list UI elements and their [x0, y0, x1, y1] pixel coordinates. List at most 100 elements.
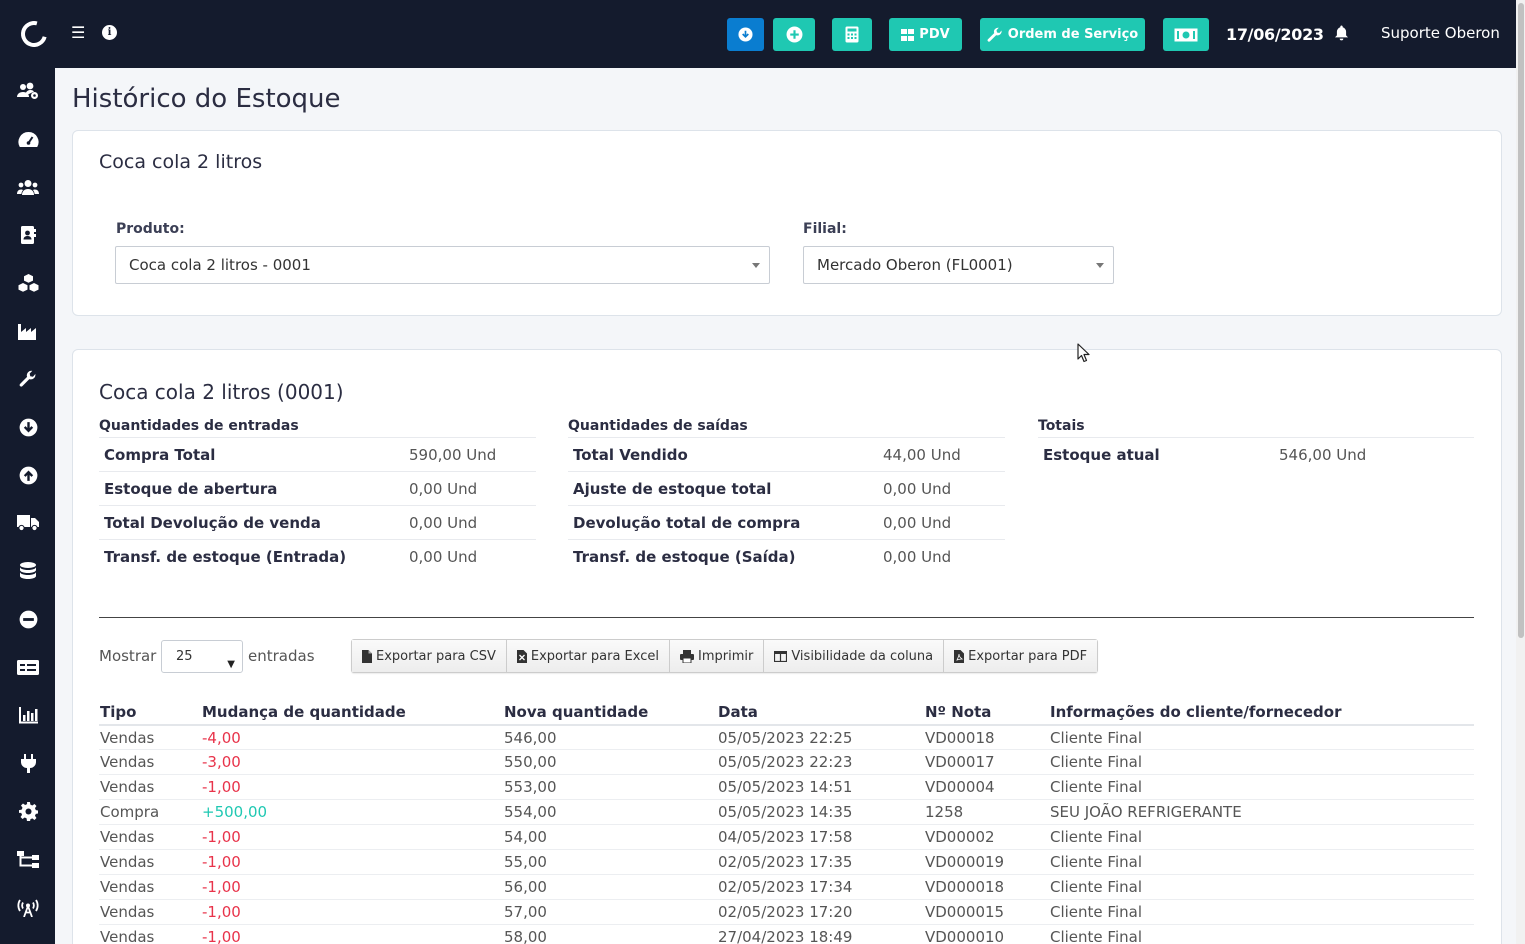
column-header[interactable]: Informações do cliente/fornecedor: [1049, 699, 1474, 726]
export-excel-button[interactable]: Exportar para Excel: [506, 640, 670, 672]
cell-info: Cliente Final: [1049, 725, 1474, 751]
column-header[interactable]: Nova quantidade: [503, 699, 717, 726]
export-csv-button[interactable]: Exportar para CSV: [352, 640, 507, 672]
cell-nova: 57,00: [503, 899, 717, 925]
add-button[interactable]: [773, 18, 815, 51]
cell-info: Cliente Final: [1049, 924, 1474, 944]
cell-mudanca: -1,00: [201, 924, 503, 944]
cell-data: 05/05/2023 14:51: [717, 774, 924, 801]
column-header[interactable]: Nº Nota: [924, 699, 1049, 726]
file-excel-icon: [516, 649, 527, 663]
page-length-select[interactable]: 25 ▼: [161, 640, 243, 673]
summary-title: Coca cola 2 litros (0001): [99, 380, 344, 404]
cell-nova: 56,00: [503, 874, 717, 900]
summary-row: Ajuste de estoque total 0,00 Und: [568, 471, 1005, 506]
scrollbar-thumb[interactable]: [1518, 3, 1524, 638]
file-pdf-icon: [954, 649, 965, 663]
cell-nova: 546,00: [503, 725, 717, 751]
cell-mudanca: -4,00: [201, 725, 503, 751]
ordem-servico-button[interactable]: Ordem de Serviço: [980, 18, 1145, 51]
print-button[interactable]: Imprimir: [670, 640, 765, 672]
branch-select-value: Mercado Oberon (FL0001): [817, 256, 1013, 274]
saidas-heading: Quantidades de saídas: [568, 418, 748, 434]
table-row: Vendas -4,00 546,00 05/05/2023 22:25 VD0…: [99, 725, 1474, 751]
column-header[interactable]: Tipo: [99, 699, 201, 726]
calculator-button[interactable]: [832, 18, 872, 51]
summary-label: Total Vendido: [568, 437, 883, 472]
cell-mudanca: -1,00: [201, 874, 503, 900]
cell-nota: VD000015: [924, 899, 1049, 925]
summary-label: Ajuste de estoque total: [568, 471, 883, 506]
print-label: Imprimir: [698, 648, 754, 664]
column-header[interactable]: Mudança de quantidade: [201, 699, 503, 726]
export-pdf-label: Exportar para PDF: [968, 648, 1088, 664]
summary-value: 0,00 Und: [883, 505, 1005, 540]
cog-icon[interactable]: [17, 800, 39, 822]
export-button-group: Exportar para CSV Exportar para Excel Im…: [351, 639, 1099, 673]
chart-bar-icon[interactable]: [17, 704, 39, 726]
database-icon[interactable]: [17, 560, 39, 582]
money-check-icon[interactable]: [17, 656, 39, 678]
minus-circle-icon[interactable]: [17, 608, 39, 630]
branch-select[interactable]: Mercado Oberon (FL0001): [803, 246, 1114, 284]
cell-data: 02/05/2023 17:35: [717, 849, 924, 875]
summary-label: Compra Total: [99, 437, 409, 472]
cell-data: 05/05/2023 22:25: [717, 725, 924, 751]
users-icon[interactable]: [17, 176, 39, 198]
cell-tipo: Vendas: [99, 849, 201, 875]
cell-mudanca: +500,00: [201, 799, 503, 826]
wrench-icon[interactable]: [17, 368, 39, 390]
cubes-icon[interactable]: [17, 272, 39, 294]
cell-data: 02/05/2023 17:20: [717, 899, 924, 925]
bell-icon[interactable]: [1334, 25, 1349, 45]
cell-info: SEU JOÃO REFRIGERANTE: [1049, 799, 1474, 826]
oberon-logo-icon[interactable]: [16, 16, 52, 52]
export-pdf-button[interactable]: Exportar para PDF: [944, 640, 1098, 672]
wrench-icon: [987, 27, 1002, 42]
table-row: Vendas -1,00 55,00 02/05/2023 17:35 VD00…: [99, 849, 1474, 875]
users-cog-icon[interactable]: [17, 80, 39, 102]
cell-nota: VD00004: [924, 774, 1049, 801]
column-visibility-button[interactable]: Visibilidade da coluna: [764, 640, 945, 672]
chevron-down-icon: ▼: [227, 659, 235, 670]
summary-label: Estoque atual: [1038, 437, 1279, 472]
section-divider: [99, 617, 1474, 618]
summary-label: Transf. de estoque (Saída): [568, 539, 883, 574]
tachometer-icon[interactable]: [17, 128, 39, 150]
plus-circle-icon: [786, 26, 802, 43]
column-header[interactable]: Data: [717, 699, 924, 726]
info-icon[interactable]: i: [102, 25, 117, 40]
sitemap-icon[interactable]: [17, 848, 39, 870]
cell-nova: 55,00: [503, 849, 717, 875]
hamburger-menu-icon[interactable]: ☰: [71, 23, 85, 43]
totais-table: Estoque atual 546,00 Und: [1038, 437, 1474, 472]
page-length-value: 25: [176, 649, 193, 664]
cell-info: Cliente Final: [1049, 774, 1474, 801]
table-row: Vendas -3,00 550,00 05/05/2023 22:23 VD0…: [99, 749, 1474, 776]
broadcast-tower-icon[interactable]: [17, 896, 39, 918]
summary-value: 0,00 Und: [883, 471, 1005, 506]
cell-data: 05/05/2023 22:23: [717, 749, 924, 776]
cell-info: Cliente Final: [1049, 849, 1474, 875]
arrow-circle-up-icon[interactable]: [17, 464, 39, 486]
user-menu[interactable]: Suporte Oberon: [1381, 24, 1500, 42]
file-csv-icon: [362, 649, 372, 663]
th-large-icon: [901, 28, 915, 41]
cell-tipo: Vendas: [99, 725, 201, 751]
pdv-button[interactable]: PDV: [889, 18, 962, 51]
plug-icon[interactable]: [17, 752, 39, 774]
download-button[interactable]: [727, 18, 764, 51]
page-scrollbar[interactable]: [1516, 0, 1525, 944]
arrow-circle-down-icon[interactable]: [17, 416, 39, 438]
address-book-icon[interactable]: [17, 224, 39, 246]
industry-icon[interactable]: [17, 320, 39, 342]
cell-tipo: Compra: [99, 799, 201, 826]
cell-data: 05/05/2023 14:35: [717, 799, 924, 826]
truck-icon[interactable]: [17, 512, 39, 534]
cell-info: Cliente Final: [1049, 874, 1474, 900]
product-select[interactable]: Coca cola 2 litros - 0001: [115, 246, 770, 284]
calculator-icon: [845, 26, 859, 43]
summary-label: Total Devolução de venda: [99, 505, 409, 540]
cash-button[interactable]: [1163, 18, 1209, 51]
cell-mudanca: -3,00: [201, 749, 503, 776]
